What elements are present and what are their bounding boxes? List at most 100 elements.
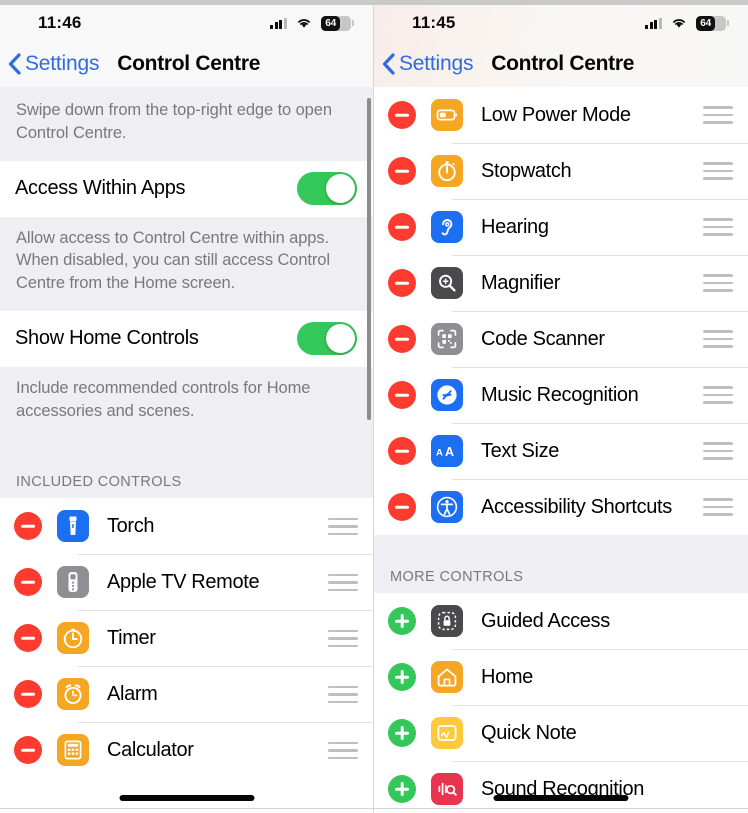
control-label: Hearing xyxy=(481,215,549,238)
control-row-text-size[interactable]: A A Text Size xyxy=(374,423,748,479)
remove-button[interactable] xyxy=(388,101,416,129)
drag-handle[interactable] xyxy=(703,442,733,460)
remove-button[interactable] xyxy=(388,493,416,521)
control-label: Magnifier xyxy=(481,271,561,294)
cellular-bars-icon xyxy=(270,17,287,29)
guided-access-icon xyxy=(431,605,463,637)
navigation-bar: Settings Control Centre xyxy=(0,41,373,87)
control-row-sound-recognition[interactable]: Sound Recognition xyxy=(374,761,748,813)
wifi-icon xyxy=(671,17,687,29)
control-label: Music Recognition xyxy=(481,383,639,406)
control-row-music-recognition[interactable]: Music Recognition xyxy=(374,367,748,423)
control-row-accessibility-shortcuts[interactable]: Accessibility Shortcuts xyxy=(374,479,748,535)
add-button[interactable] xyxy=(388,663,416,691)
remove-button[interactable] xyxy=(14,512,42,541)
toggle-switch-show-home-controls[interactable] xyxy=(297,322,357,356)
setting-row-access-within-apps[interactable]: Access Within Apps xyxy=(0,160,373,217)
add-button[interactable] xyxy=(388,719,416,747)
control-row-low-power-mode[interactable]: Low Power Mode xyxy=(374,87,748,143)
battery-level-label: 64 xyxy=(325,17,336,29)
control-row-guided-access[interactable]: Guided Access xyxy=(374,593,748,649)
drag-handle[interactable] xyxy=(703,498,733,516)
control-label: Home xyxy=(481,665,533,688)
control-row-stopwatch[interactable]: Stopwatch xyxy=(374,143,748,199)
magnifier-icon xyxy=(431,267,463,299)
status-indicators: 64 xyxy=(645,15,729,31)
dual-screenshot-container: 11:46 64 Settings Control Centre Swipe d… xyxy=(0,0,748,813)
drag-handle[interactable] xyxy=(328,685,358,703)
control-row-apple-tv-remote[interactable]: Apple TV Remote xyxy=(0,554,373,611)
remove-button[interactable] xyxy=(388,269,416,297)
remove-button[interactable] xyxy=(388,381,416,409)
chevron-left-icon xyxy=(8,53,21,75)
footnote-text: Swipe down from the top-right edge to op… xyxy=(16,101,332,142)
drag-handle[interactable] xyxy=(703,162,733,180)
accessibility-icon xyxy=(431,491,463,523)
vertical-scrollbar[interactable] xyxy=(367,98,371,420)
navigation-bar: Settings Control Centre xyxy=(374,41,748,87)
drag-handle[interactable] xyxy=(328,517,358,535)
remove-button[interactable] xyxy=(388,157,416,185)
control-label: Timer xyxy=(107,626,156,649)
toggle-switch-access-within-apps[interactable] xyxy=(297,172,357,206)
home-indicator xyxy=(119,795,254,801)
remove-button[interactable] xyxy=(388,213,416,241)
battery-icon: 64 xyxy=(696,15,729,31)
drag-handle[interactable] xyxy=(328,573,358,591)
control-row-alarm[interactable]: Alarm xyxy=(0,666,373,723)
status-clock: 11:45 xyxy=(412,13,456,32)
back-button[interactable]: Settings xyxy=(382,52,477,76)
drag-handle[interactable] xyxy=(703,386,733,404)
status-bar: 11:46 64 xyxy=(0,5,373,41)
control-label: Text Size xyxy=(481,439,559,462)
section-header-more-controls: MORE CONTROLS xyxy=(390,569,524,585)
remove-button[interactable] xyxy=(388,325,416,353)
control-row-hearing[interactable]: Hearing xyxy=(374,199,748,255)
battery-level-label: 64 xyxy=(700,17,711,29)
add-button[interactable] xyxy=(388,607,416,635)
low-power-mode-icon xyxy=(431,99,463,131)
drag-handle[interactable] xyxy=(703,274,733,292)
drag-handle[interactable] xyxy=(703,106,733,124)
control-row-code-scanner[interactable]: Code Scanner xyxy=(374,311,748,367)
cellular-bars-icon xyxy=(645,17,662,29)
text-size-icon: A A xyxy=(431,435,463,467)
right-header-area: 11:45 64 Settings Control Centre xyxy=(374,0,748,87)
control-row-torch[interactable]: Torch xyxy=(0,498,373,555)
left-header-area: 11:46 64 Settings Control Centre xyxy=(0,0,373,87)
remove-button[interactable] xyxy=(14,680,42,709)
drag-handle[interactable] xyxy=(703,330,733,348)
quick-note-icon xyxy=(431,717,463,749)
remove-button[interactable] xyxy=(14,624,42,653)
add-button[interactable] xyxy=(388,775,416,803)
control-row-magnifier[interactable]: Magnifier xyxy=(374,255,748,311)
page-title: Control Centre xyxy=(491,52,635,75)
right-scroll-content: Low Power Mode Stopwatch Hearing Magnifi… xyxy=(374,87,748,813)
shazam-icon xyxy=(431,379,463,411)
hearing-icon xyxy=(431,211,463,243)
back-button[interactable]: Settings xyxy=(8,52,103,76)
setting-label: Access Within Apps xyxy=(15,177,186,200)
footnote-text: Include recommended controls for Home ac… xyxy=(16,378,311,420)
remove-button[interactable] xyxy=(388,437,416,465)
drag-handle[interactable] xyxy=(703,218,733,236)
remove-button[interactable] xyxy=(14,736,42,765)
more-controls-list: Guided Access Home Quick Note Sound Reco… xyxy=(374,593,748,813)
back-button-label: Settings xyxy=(25,52,100,75)
timer-icon xyxy=(57,622,89,655)
control-row-quick-note[interactable]: Quick Note xyxy=(374,705,748,761)
footnote-block-home-controls: Include recommended controls for Home ac… xyxy=(0,366,373,499)
setting-row-show-home-controls[interactable]: Show Home Controls xyxy=(0,310,373,367)
control-row-calculator[interactable]: Calculator xyxy=(0,722,373,779)
drag-handle[interactable] xyxy=(328,629,358,647)
control-row-timer[interactable]: Timer xyxy=(0,610,373,667)
control-row-home[interactable]: Home xyxy=(374,649,748,705)
chevron-left-icon xyxy=(382,53,395,75)
right-phone-screen: 11:45 64 Settings Control Centre Low Pow… xyxy=(374,0,748,813)
included-controls-list: Low Power Mode Stopwatch Hearing Magnifi… xyxy=(374,87,748,535)
sound-recognition-icon xyxy=(431,773,463,805)
setting-label: Show Home Controls xyxy=(15,327,199,350)
section-header-included-controls: INCLUDED CONTROLS xyxy=(16,474,182,491)
drag-handle[interactable] xyxy=(328,741,358,759)
remove-button[interactable] xyxy=(14,568,42,597)
